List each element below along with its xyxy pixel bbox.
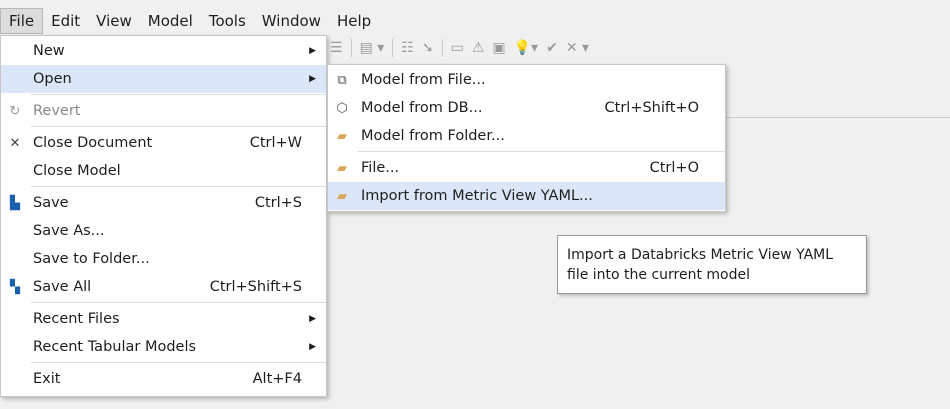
menu-item-new[interactable]: New ▶ xyxy=(1,37,326,65)
menu-item-close-document[interactable]: ✕ Close Document Ctrl+W xyxy=(1,129,326,157)
folder-open-icon: ▰ xyxy=(337,188,347,204)
separator xyxy=(441,39,443,57)
file-menu: New ▶ Open ▶ ↻ Revert ✕ Close Document Ctrl+W Clo… xyxy=(0,35,327,397)
model-file-icon: ⧉ xyxy=(337,72,347,88)
menu-item-label: Save As... xyxy=(33,223,105,239)
menu-help[interactable]: Help xyxy=(329,8,379,34)
menu-item-label: Open xyxy=(33,71,72,87)
submenu-arrow-icon: ▶ xyxy=(309,46,316,56)
model-db-icon: ⬡ xyxy=(336,100,348,116)
check-icon[interactable]: ✔ xyxy=(546,40,558,56)
window-icon[interactable]: ▣ xyxy=(492,40,505,56)
menu-separator xyxy=(31,362,326,363)
menu-tools[interactable]: Tools xyxy=(201,8,254,34)
folder-open-icon: ▰ xyxy=(337,128,347,144)
format-icon[interactable]: ▤ ▾ xyxy=(360,40,385,56)
menu-separator xyxy=(31,126,326,127)
menu-item-recent-files[interactable]: Recent Files ▶ xyxy=(1,305,326,333)
menu-model[interactable]: Model xyxy=(140,8,201,34)
document-area-border xyxy=(725,117,950,118)
menu-item-label: New xyxy=(33,43,65,59)
menu-edit[interactable]: Edit xyxy=(43,8,88,34)
save-icon: ▙ xyxy=(10,195,20,211)
menu-item-open[interactable]: Open ▶ xyxy=(1,65,326,93)
menu-item-label: Save xyxy=(33,195,69,211)
folder-open-icon: ▰ xyxy=(337,160,347,176)
lightbulb-icon[interactable]: 💡▾ xyxy=(514,40,538,56)
revert-icon: ↻ xyxy=(9,103,21,119)
menu-item-recent-tabular-models[interactable]: Recent Tabular Models ▶ xyxy=(1,333,326,361)
menu-item-label: Model from File... xyxy=(361,72,486,88)
submenu-arrow-icon: ▶ xyxy=(309,74,316,84)
toolbar: ☰ ▤ ▾ ☷ ➘ ▭ ⚠ ▣ 💡▾ ✔ ✕ ▾ xyxy=(330,36,589,60)
menu-separator xyxy=(31,302,326,303)
tooltip: Import a Databricks Metric View YAML fil… xyxy=(557,235,867,294)
menu-item-label: Model from Folder... xyxy=(361,128,505,144)
menu-view[interactable]: View xyxy=(88,8,140,34)
menu-item-label: Recent Files xyxy=(33,311,120,327)
menu-item-label: Close Model xyxy=(33,163,121,179)
menu-item-close-model[interactable]: Close Model xyxy=(1,157,326,185)
menu-item-revert[interactable]: ↻ Revert xyxy=(1,97,326,125)
menu-item-exit[interactable]: Exit Alt+F4 xyxy=(1,365,326,393)
menu-item-label: Exit xyxy=(33,371,61,387)
comment-icon[interactable]: ⚠ xyxy=(472,40,485,56)
menu-separator xyxy=(31,186,326,187)
menu-item-model-from-folder[interactable]: ▰ Model from Folder... xyxy=(328,122,725,150)
separator xyxy=(350,39,352,57)
menu-separator xyxy=(31,94,326,95)
menu-item-label: Recent Tabular Models xyxy=(33,339,197,355)
menu-file[interactable]: File xyxy=(0,7,44,34)
menu-item-file[interactable]: ▰ File... Ctrl+O xyxy=(328,154,725,182)
shortcut-label: Ctrl+S xyxy=(254,195,302,211)
indent-icon[interactable]: ☰ xyxy=(330,40,343,56)
close-icon: ✕ xyxy=(9,135,21,151)
align-icon[interactable]: ☷ xyxy=(401,40,414,56)
shortcut-label: Ctrl+Shift+S xyxy=(209,279,302,295)
submenu-arrow-icon: ▶ xyxy=(309,314,316,324)
menu-item-label: Import from Metric View YAML... xyxy=(361,188,593,204)
menu-item-save-as[interactable]: Save As... xyxy=(1,217,326,245)
cancel-icon[interactable]: ✕ ▾ xyxy=(566,40,589,56)
open-submenu: ⧉ Model from File... ⬡ Model from DB... Ctrl… xyxy=(327,64,726,212)
submenu-arrow-icon: ▶ xyxy=(309,342,316,352)
menu-item-model-from-file[interactable]: ⧉ Model from File... xyxy=(328,66,725,94)
menu-item-save-all[interactable]: ▚ Save All Ctrl+Shift+S xyxy=(1,273,326,301)
menu-bar: File Edit View Model Tools Window Help xyxy=(0,7,379,34)
menu-item-label: Revert xyxy=(33,103,81,119)
shortcut-label: Alt+F4 xyxy=(252,371,302,387)
menu-window[interactable]: Window xyxy=(254,8,329,34)
field-icon[interactable]: ▭ xyxy=(451,40,464,56)
menu-item-label: Model from DB... xyxy=(361,100,483,116)
menu-item-save-to-folder[interactable]: Save to Folder... xyxy=(1,245,326,273)
menu-separator xyxy=(358,151,725,152)
menu-item-label: Save to Folder... xyxy=(33,251,150,267)
menu-item-model-from-db[interactable]: ⬡ Model from DB... Ctrl+Shift+O xyxy=(328,94,725,122)
separator xyxy=(392,39,394,57)
shortcut-label: Ctrl+W xyxy=(249,135,302,151)
menu-item-label: File... xyxy=(361,160,400,176)
shortcut-label: Ctrl+Shift+O xyxy=(604,100,699,116)
move-icon[interactable]: ➘ xyxy=(422,40,434,56)
save-all-icon: ▚ xyxy=(10,279,20,295)
menu-item-import-from-metric-view-yaml[interactable]: ▰ Import from Metric View YAML... xyxy=(328,182,725,210)
menu-item-label: Save All xyxy=(33,279,92,295)
menu-item-label: Close Document xyxy=(33,135,153,151)
menu-item-save[interactable]: ▙ Save Ctrl+S xyxy=(1,189,326,217)
shortcut-label: Ctrl+O xyxy=(649,160,699,176)
